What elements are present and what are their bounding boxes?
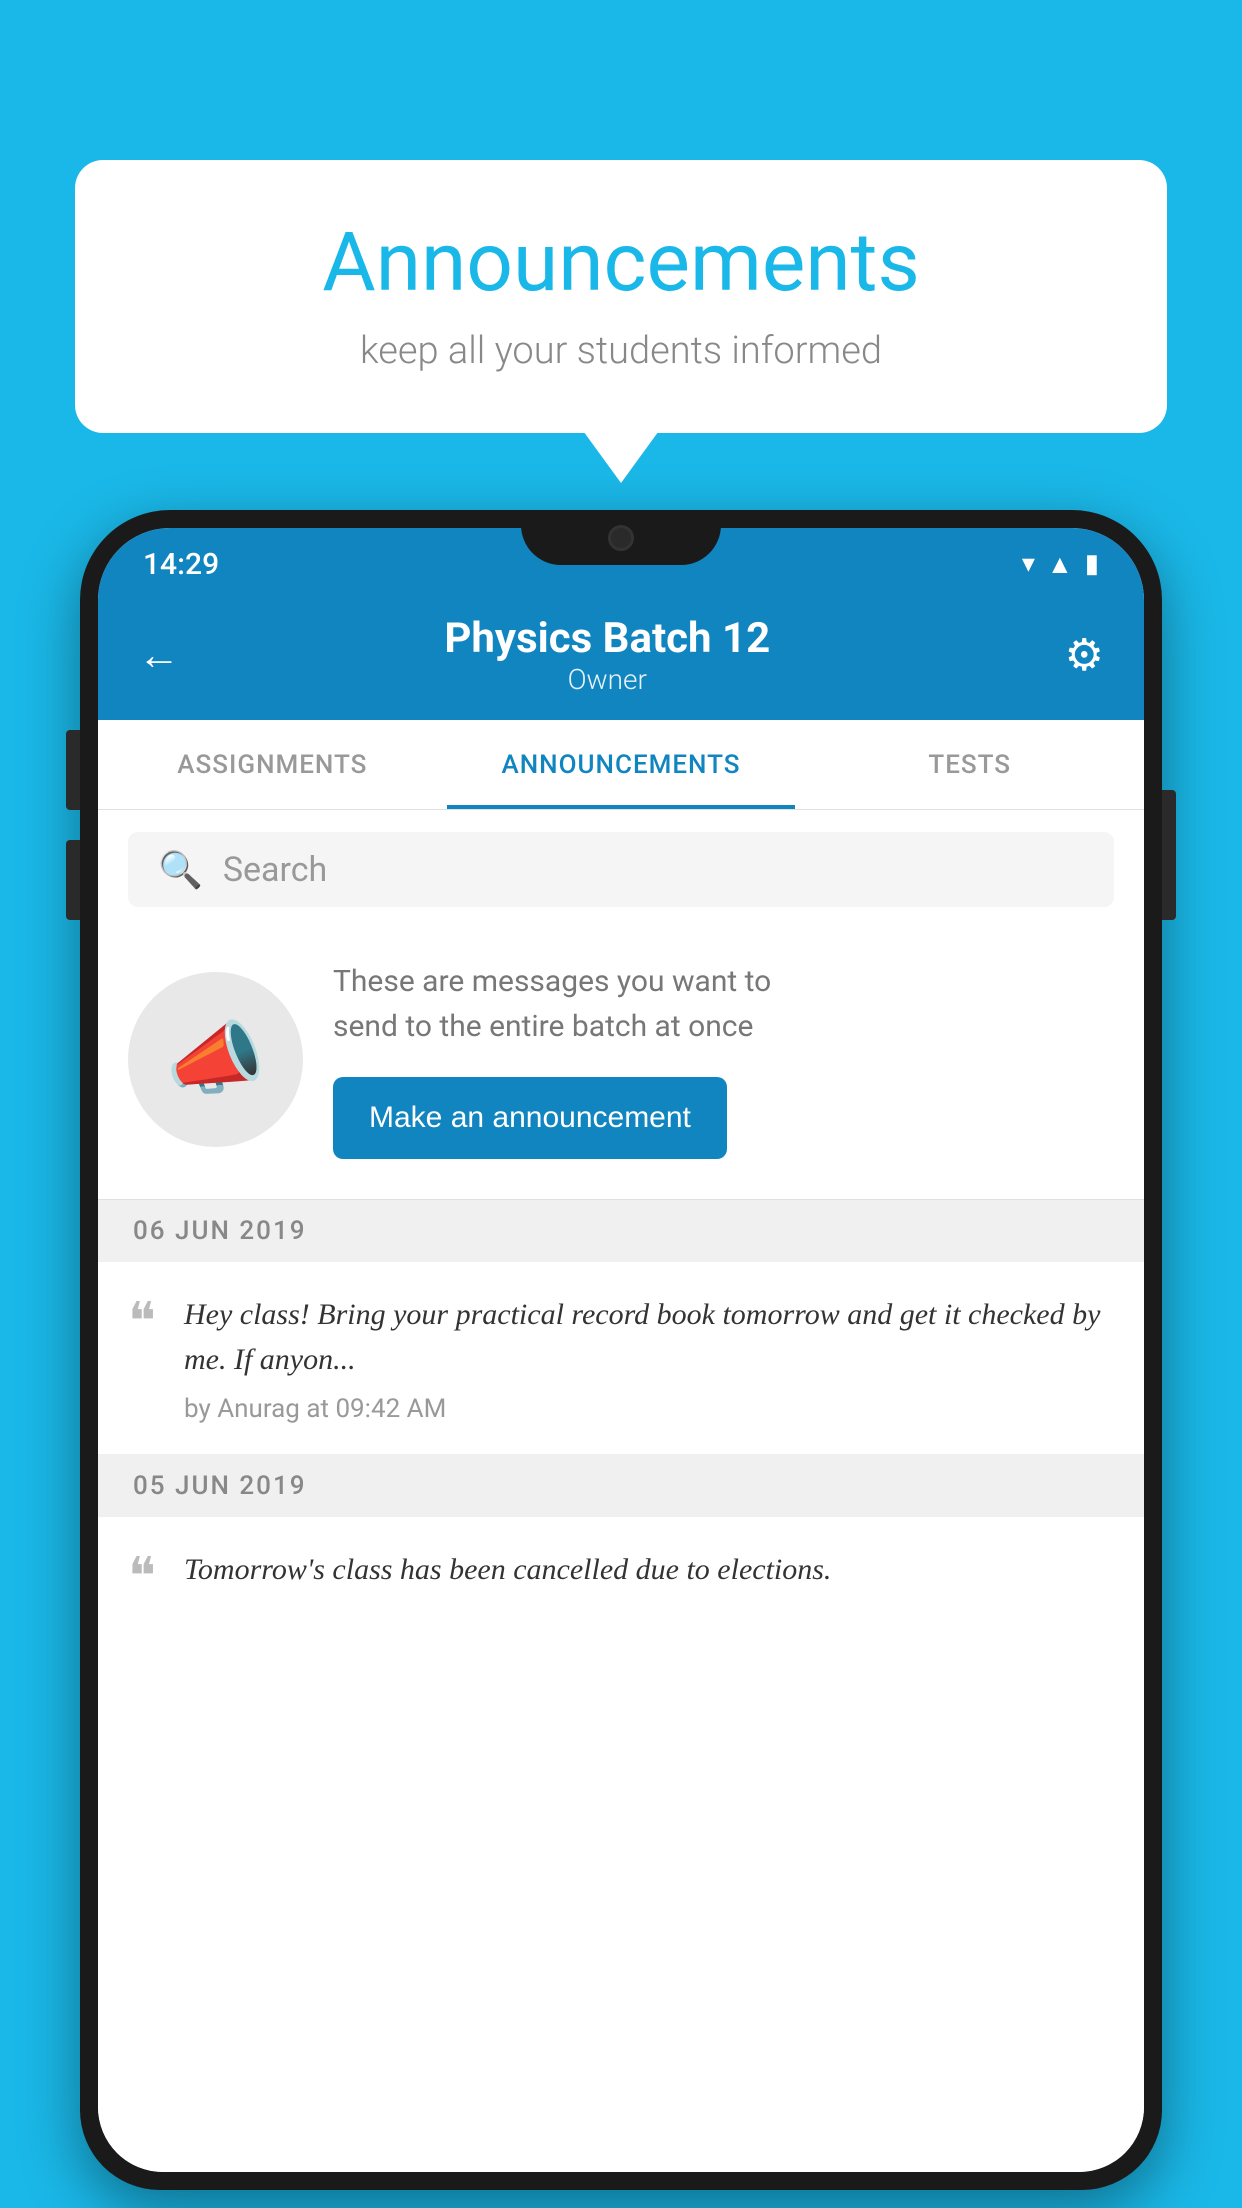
back-button[interactable]: ← xyxy=(138,631,180,680)
announcements-subtitle: keep all your students informed xyxy=(135,329,1107,373)
announcement-item-1[interactable]: ❝ Hey class! Bring your practical record… xyxy=(98,1262,1144,1455)
announcement-content-2: Tomorrow's class has been cancelled due … xyxy=(184,1547,1114,1604)
signal-icon: ▲ xyxy=(1047,549,1073,580)
volume-up-button xyxy=(66,730,80,810)
quote-icon-1: ❝ xyxy=(128,1297,156,1349)
announcement-icon-circle: 📣 xyxy=(128,972,303,1147)
megaphone-icon: 📣 xyxy=(166,1012,266,1106)
phone-screen: 14:29 ▾ ▲ ▮ ← Physics Batch 12 Owner ⚙ A… xyxy=(98,528,1144,2172)
search-icon: 🔍 xyxy=(158,849,203,891)
promo-card: 📣 These are messages you want to send to… xyxy=(98,929,1144,1200)
tab-tests[interactable]: TESTS xyxy=(795,720,1144,809)
speech-bubble-container: Announcements keep all your students inf… xyxy=(75,160,1167,433)
settings-icon[interactable]: ⚙ xyxy=(1065,629,1104,681)
tab-bar: ASSIGNMENTS ANNOUNCEMENTS TESTS xyxy=(98,720,1144,810)
announcements-title: Announcements xyxy=(135,215,1107,311)
promo-content: These are messages you want to send to t… xyxy=(333,959,1114,1159)
battery-icon: ▮ xyxy=(1085,549,1099,579)
phone-camera xyxy=(608,525,634,551)
status-icons: ▾ ▲ ▮ xyxy=(1022,549,1099,580)
volume-down-button xyxy=(66,840,80,920)
speech-bubble: Announcements keep all your students inf… xyxy=(75,160,1167,433)
tab-announcements[interactable]: ANNOUNCEMENTS xyxy=(447,720,796,809)
tab-assignments[interactable]: ASSIGNMENTS xyxy=(98,720,447,809)
search-bar[interactable]: 🔍 Search xyxy=(128,832,1114,907)
app-bar: ← Physics Batch 12 Owner ⚙ xyxy=(98,590,1144,720)
app-bar-title: Physics Batch 12 xyxy=(210,614,1005,663)
announcement-text-2: Tomorrow's class has been cancelled due … xyxy=(184,1547,1114,1592)
announcement-meta-1: by Anurag at 09:42 AM xyxy=(184,1394,1114,1424)
power-button xyxy=(1162,790,1176,920)
phone-outer: 14:29 ▾ ▲ ▮ ← Physics Batch 12 Owner ⚙ A… xyxy=(80,510,1162,2190)
status-time: 14:29 xyxy=(143,547,219,582)
phone-mockup: 14:29 ▾ ▲ ▮ ← Physics Batch 12 Owner ⚙ A… xyxy=(80,510,1162,2208)
content-area: 🔍 Search 📣 These are messages you want t… xyxy=(98,810,1144,2172)
wifi-icon: ▾ xyxy=(1022,549,1035,579)
make-announcement-button[interactable]: Make an announcement xyxy=(333,1077,727,1159)
quote-icon-2: ❝ xyxy=(128,1552,156,1604)
announcement-item-2[interactable]: ❝ Tomorrow's class has been cancelled du… xyxy=(98,1517,1144,1634)
promo-description: These are messages you want to send to t… xyxy=(333,959,1114,1049)
announcement-content-1: Hey class! Bring your practical record b… xyxy=(184,1292,1114,1424)
date-divider-1: 06 JUN 2019 xyxy=(98,1200,1144,1262)
announcement-text-1: Hey class! Bring your practical record b… xyxy=(184,1292,1114,1382)
phone-notch xyxy=(521,510,721,565)
date-divider-2: 05 JUN 2019 xyxy=(98,1455,1144,1517)
app-bar-title-container: Physics Batch 12 Owner xyxy=(210,614,1005,696)
app-bar-subtitle: Owner xyxy=(210,663,1005,696)
search-placeholder: Search xyxy=(223,850,327,890)
